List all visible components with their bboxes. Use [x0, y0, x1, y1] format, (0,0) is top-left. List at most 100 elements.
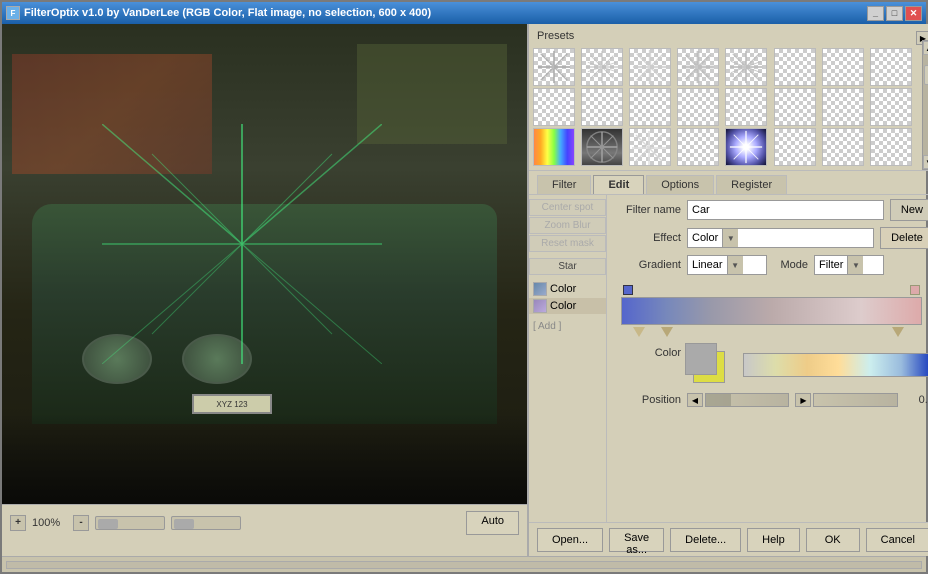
preset-item[interactable]: [533, 128, 575, 166]
mode-dropdown[interactable]: Filter ▼: [814, 255, 884, 275]
preset-item[interactable]: [581, 48, 623, 86]
color-item-1[interactable]: Color: [529, 281, 606, 297]
effect-dropdown[interactable]: Color ▼: [687, 228, 874, 248]
preset-item[interactable]: [774, 48, 816, 86]
preset-item[interactable]: [677, 128, 719, 166]
gradient-stop-bottom-3[interactable]: [892, 327, 904, 337]
close-button[interactable]: ✕: [905, 6, 922, 21]
scroll-v-thumb[interactable]: [924, 65, 928, 85]
scroll-up-button[interactable]: ▲: [923, 41, 928, 55]
position-slider[interactable]: [705, 393, 789, 407]
preset-item[interactable]: [870, 88, 912, 126]
delete-filter-button[interactable]: Delete...: [670, 528, 741, 552]
scroll-thumb: [98, 519, 118, 529]
gradient-stop-left[interactable]: [623, 285, 633, 295]
new-button[interactable]: New: [890, 199, 928, 221]
gradient-label: Gradient: [611, 259, 681, 271]
zoom-value: 100%: [32, 517, 67, 529]
gradient-bar[interactable]: [621, 297, 922, 325]
preset-item[interactable]: [629, 48, 671, 86]
car-body: XYZ 123: [2, 24, 527, 504]
status-progress: [6, 561, 922, 569]
effect-row: Effect Color ▼ Delete: [611, 227, 928, 249]
preset-item[interactable]: [533, 48, 575, 86]
preset-item[interactable]: [581, 128, 623, 166]
effect-label: Effect: [611, 232, 681, 244]
preset-item[interactable]: [581, 88, 623, 126]
star-button[interactable]: Star: [529, 258, 606, 275]
preset-item[interactable]: [725, 48, 767, 86]
preset-item[interactable]: [822, 88, 864, 126]
preset-item[interactable]: [629, 128, 671, 166]
preset-item[interactable]: [774, 88, 816, 126]
preset-item[interactable]: [870, 128, 912, 166]
canvas-image[interactable]: XYZ 123: [2, 24, 527, 504]
presets-row-3: [533, 128, 916, 166]
reset-mask-button[interactable]: Reset mask: [529, 235, 606, 252]
tab-filter[interactable]: Filter: [537, 175, 591, 194]
presets-scrollbar[interactable]: ▲ ▼: [922, 40, 928, 170]
preset-item[interactable]: [870, 48, 912, 86]
cancel-button[interactable]: Cancel: [866, 528, 928, 552]
preset-item[interactable]: [629, 88, 671, 126]
presets-header: Presets ▶: [533, 28, 928, 48]
title-bar: F FilterOptix v1.0 by VanDerLee (RGB Col…: [2, 2, 926, 24]
add-button[interactable]: [ Add ]: [529, 320, 606, 333]
gradient-stop-bottom-2[interactable]: [661, 327, 673, 337]
center-spot-button[interactable]: Center spot: [529, 199, 606, 216]
position-left-button[interactable]: ◀: [687, 393, 703, 407]
filter-column: Center spot Zoom Blur Reset mask Star Co…: [529, 195, 607, 522]
horizontal-scrollbar-2[interactable]: [171, 516, 241, 530]
app-icon: F: [6, 6, 20, 20]
zoom-out-button[interactable]: +: [10, 515, 26, 531]
horizontal-scrollbar[interactable]: [95, 516, 165, 530]
color-swatch-back[interactable]: [685, 343, 717, 375]
presets-grid: [533, 48, 916, 166]
image-toolbar: + 100% - Auto: [2, 504, 527, 540]
presets-section: Presets ▶: [529, 24, 928, 171]
tab-register[interactable]: Register: [716, 175, 787, 194]
color-row: Color: [611, 343, 928, 387]
preset-item[interactable]: [822, 128, 864, 166]
color-swatches: [685, 343, 739, 387]
gradient-stop-right[interactable]: [910, 285, 920, 295]
preset-item[interactable]: [677, 88, 719, 126]
color-item-icon-1: [533, 282, 547, 296]
zoom-in-button[interactable]: -: [73, 515, 89, 531]
minimize-button[interactable]: _: [867, 6, 884, 21]
help-button[interactable]: Help: [747, 528, 800, 552]
tab-edit[interactable]: Edit: [593, 175, 644, 194]
gradient-dropdown[interactable]: Linear ▼: [687, 255, 767, 275]
preset-item[interactable]: [822, 48, 864, 86]
title-bar-left: F FilterOptix v1.0 by VanDerLee (RGB Col…: [6, 6, 431, 20]
gradient-stop-bottom-1[interactable]: [633, 327, 645, 337]
preset-item[interactable]: [725, 88, 767, 126]
preset-item[interactable]: [533, 88, 575, 126]
panel-divider: Center spot Zoom Blur Reset mask Star Co…: [529, 195, 928, 522]
zoom-blur-button[interactable]: Zoom Blur: [529, 217, 606, 234]
position-slider-2[interactable]: [813, 393, 897, 407]
gradient-mode-row: Gradient Linear ▼ Mode Filter ▼: [611, 255, 928, 275]
window-title: FilterOptix v1.0 by VanDerLee (RGB Color…: [24, 7, 431, 19]
position-right-button[interactable]: ▶: [795, 393, 811, 407]
tab-options[interactable]: Options: [646, 175, 714, 194]
mode-label: Mode: [773, 259, 808, 271]
color-gradient-strip[interactable]: [743, 353, 928, 377]
filter-name-input[interactable]: [687, 200, 884, 220]
maximize-button[interactable]: □: [886, 6, 903, 21]
preset-item[interactable]: [774, 128, 816, 166]
open-button[interactable]: Open...: [537, 528, 603, 552]
star-effect-svg: [102, 124, 382, 364]
scroll-down-button[interactable]: ▼: [923, 155, 928, 169]
delete-button[interactable]: Delete: [880, 227, 928, 249]
color-item-2[interactable]: Color: [529, 298, 606, 314]
save-as-button[interactable]: Save as...: [609, 528, 664, 552]
tabs-section: Filter Edit Options Register: [529, 171, 928, 195]
preset-item[interactable]: [725, 128, 767, 166]
preset-item[interactable]: [677, 48, 719, 86]
auto-button[interactable]: Auto: [466, 511, 519, 535]
ok-button[interactable]: OK: [806, 528, 860, 552]
status-bar: [2, 556, 926, 572]
mode-value: Filter: [815, 259, 847, 271]
effect-dropdown-arrow: ▼: [722, 229, 738, 247]
